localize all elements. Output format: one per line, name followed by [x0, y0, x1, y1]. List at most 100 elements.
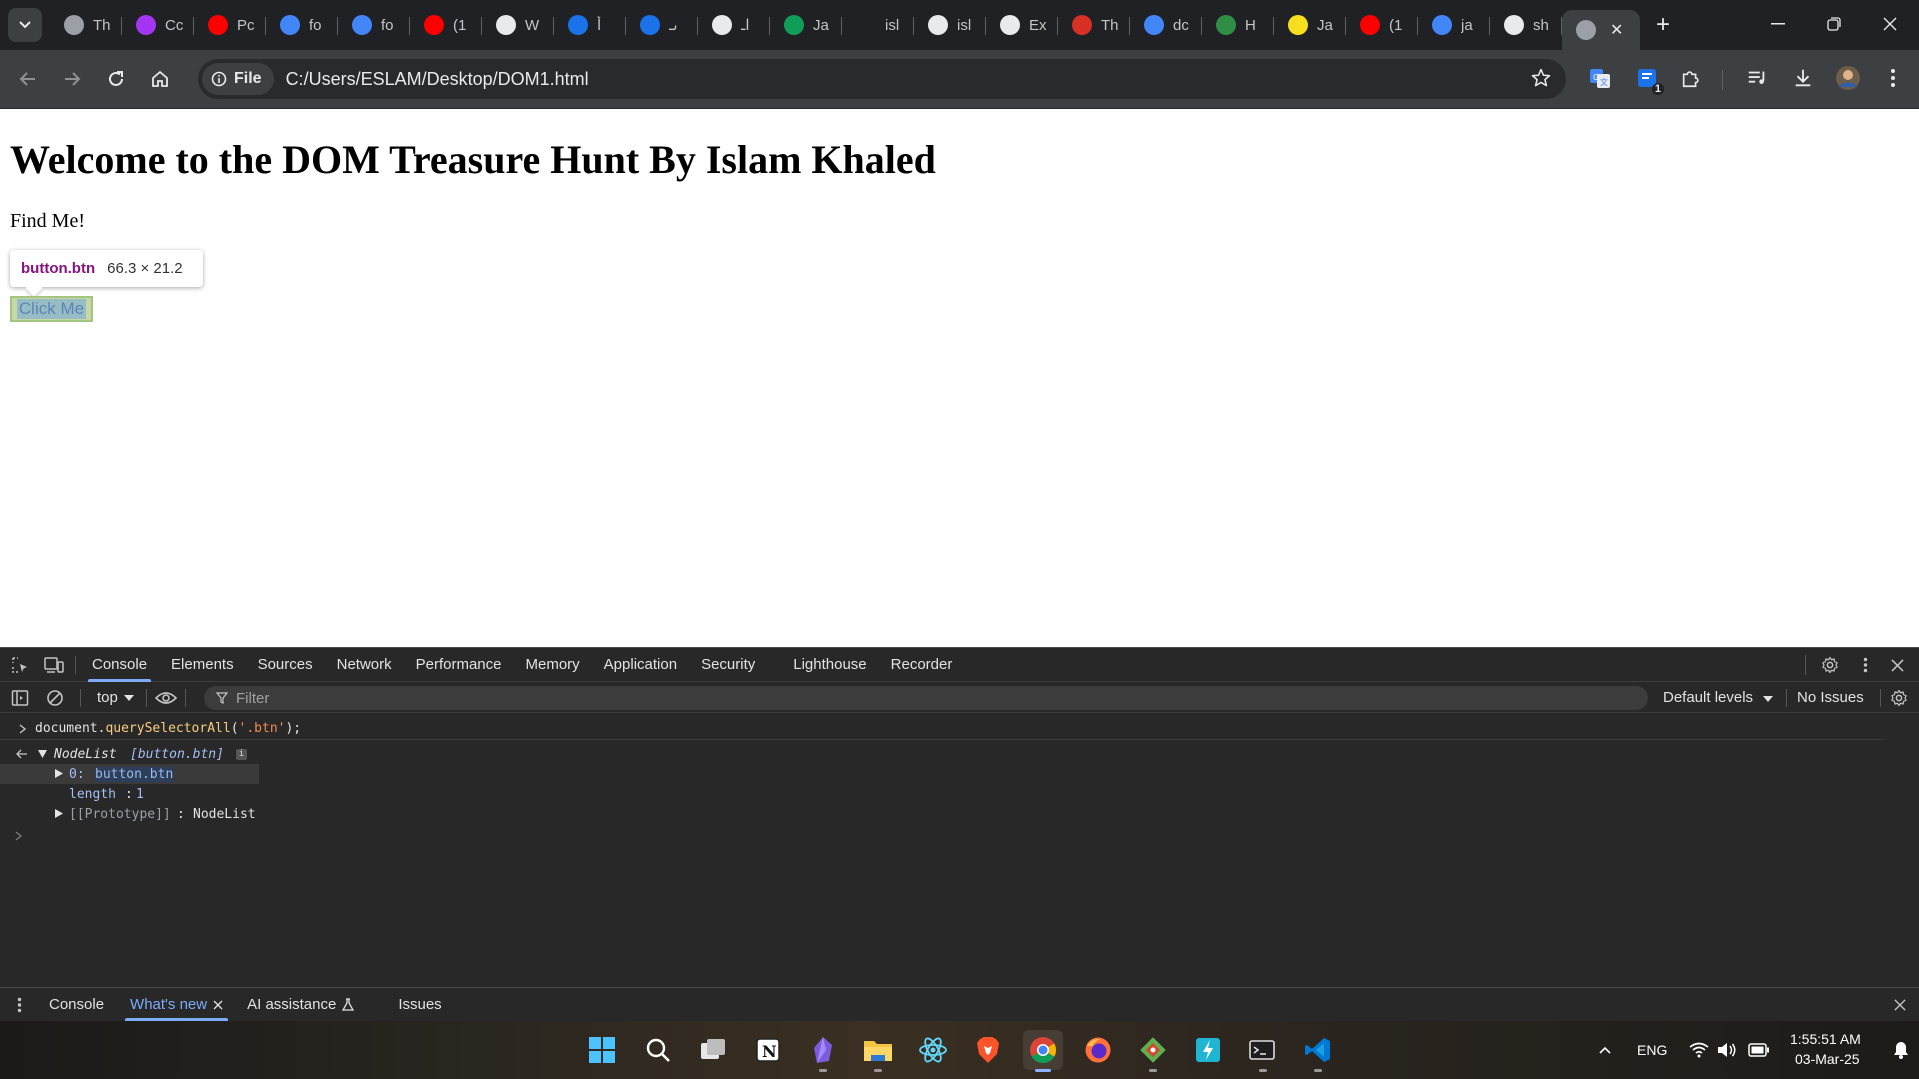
browser-tab[interactable]: (1 [1346, 5, 1418, 45]
profile-button[interactable] [1831, 61, 1865, 95]
firefox-app[interactable] [1078, 1030, 1118, 1070]
brave-app[interactable] [968, 1030, 1008, 1070]
taskbar-search-button[interactable] [638, 1030, 678, 1070]
console-result-header[interactable]: NodeList [button.btn] i [0, 744, 1900, 764]
browser-tab[interactable]: أ [554, 5, 626, 45]
browser-tab[interactable]: W [482, 5, 554, 45]
chrome-app[interactable] [1023, 1030, 1063, 1072]
drawer-tab-ai-assistance[interactable]: AI assistance [236, 988, 365, 1021]
devtools-menu-button[interactable] [1848, 648, 1882, 682]
clock-time[interactable]: 1:55:51 AM [1790, 1031, 1861, 1047]
devtools-tab-lighthouse[interactable]: Lighthouse [781, 648, 878, 682]
browser-tab[interactable]: ىـ [626, 5, 698, 45]
browser-tab[interactable]: fo [338, 5, 410, 45]
start-button[interactable] [582, 1030, 622, 1070]
browser-tab[interactable]: Th [1058, 5, 1130, 45]
volume-icon[interactable] [1717, 1042, 1737, 1058]
nodelist-prototype-row[interactable]: [[Prototype]] : NodeList [0, 804, 300, 824]
back-button[interactable] [10, 61, 46, 97]
devtools-tab-security[interactable]: Security [689, 648, 767, 682]
task-view-button[interactable] [693, 1030, 733, 1070]
file-explorer-app[interactable] [858, 1030, 898, 1072]
git-app[interactable] [1133, 1030, 1173, 1072]
clear-console-button[interactable] [38, 683, 72, 713]
devtools-tab-memory[interactable]: Memory [514, 648, 592, 682]
issues-counter[interactable]: No Issues [1797, 689, 1864, 706]
browser-tab[interactable]: اـ [698, 5, 770, 45]
terminal-app[interactable] [1243, 1030, 1283, 1072]
new-tab-button[interactable]: + [1646, 8, 1680, 42]
media-control-button[interactable] [1740, 61, 1774, 95]
devtools-tab-sources[interactable]: Sources [246, 648, 325, 682]
site-info-chip[interactable]: File [202, 63, 274, 95]
browser-tab[interactable]: Ja [770, 5, 842, 45]
browser-tab[interactable]: Ja [1274, 5, 1346, 45]
browser-tab[interactable]: Ex [986, 5, 1058, 45]
address-bar[interactable]: File C:/Users/ESLAM/Desktop/DOM1.html [198, 59, 1566, 99]
devtools-tab-elements[interactable]: Elements [159, 648, 246, 682]
browser-tab[interactable]: isl [914, 5, 986, 45]
browser-tab[interactable]: Cc [122, 5, 194, 45]
browser-tab[interactable]: ja [1418, 5, 1490, 45]
chevron-up-icon[interactable] [1598, 1045, 1612, 1055]
url-text[interactable]: C:/Users/ESLAM/Desktop/DOM1.html [286, 69, 589, 90]
downloads-button[interactable] [1786, 61, 1820, 95]
context-selector[interactable]: top [97, 689, 134, 706]
devtools-settings-button[interactable] [1812, 648, 1848, 682]
close-tab-icon[interactable]: ✕ [1610, 20, 1623, 40]
drawer-tab-console[interactable]: Console [38, 988, 115, 1021]
clock-date[interactable]: 03-Mar-25 [1795, 1051, 1860, 1067]
browser-tab[interactable]: Pc [194, 5, 266, 45]
entry-node-link[interactable]: button.btn [95, 767, 174, 782]
forward-button[interactable] [54, 61, 90, 97]
drawer-menu-button[interactable] [0, 988, 38, 1021]
browser-tab[interactable]: H [1202, 5, 1274, 45]
translate-extension[interactable]: G文 [1583, 61, 1617, 95]
browser-tab[interactable]: fo [266, 5, 338, 45]
click-me-button[interactable]: Click Me [10, 296, 93, 322]
restore-button[interactable] [1806, 0, 1862, 48]
devtools-tab-application[interactable]: Application [592, 648, 689, 682]
devtools-tab-console[interactable]: Console [80, 648, 159, 682]
battery-icon[interactable] [1748, 1043, 1770, 1057]
console-prompt[interactable] [0, 826, 1900, 846]
browser-tab[interactable]: (1 [410, 5, 482, 45]
console-settings-button[interactable] [1881, 683, 1917, 713]
drawer-close-button[interactable] [1883, 988, 1917, 1021]
extension-with-badge[interactable]: 1 [1630, 61, 1664, 95]
drawer-tab-issues[interactable]: Issues [387, 988, 452, 1021]
devtools-close-button[interactable] [1880, 648, 1914, 682]
browser-menu-button[interactable] [1876, 61, 1910, 95]
console-filter-input[interactable]: Filter [204, 686, 1648, 710]
browser-tab[interactable]: sh [1490, 5, 1562, 45]
device-toolbar-button[interactable] [37, 647, 71, 683]
devtools-tab-network[interactable]: Network [325, 648, 404, 682]
live-expression-button[interactable] [147, 683, 185, 713]
language-indicator[interactable]: ENG [1637, 1042, 1667, 1058]
info-badge-icon[interactable]: i [236, 749, 247, 760]
vscode-app[interactable] [1298, 1030, 1338, 1072]
react-devtools-app[interactable] [913, 1030, 953, 1070]
notification-bell-icon[interactable] [1891, 1040, 1911, 1060]
thunder-client-app[interactable] [1188, 1030, 1228, 1070]
browser-tab[interactable]: isl [842, 5, 914, 45]
close-icon[interactable] [213, 1000, 223, 1010]
close-window-button[interactable] [1862, 0, 1918, 48]
bookmark-button[interactable] [1530, 67, 1552, 89]
devtools-tab-recorder[interactable]: Recorder [879, 648, 965, 682]
console-sidebar-toggle[interactable] [2, 683, 38, 713]
home-button[interactable] [142, 61, 178, 97]
extensions-button[interactable] [1674, 61, 1708, 95]
wifi-icon[interactable] [1689, 1042, 1709, 1058]
browser-tab[interactable]: Th [50, 5, 122, 45]
notion-app[interactable]: N [748, 1030, 788, 1070]
nodelist-entry-0[interactable]: 0: button.btn [0, 764, 259, 784]
minimize-button[interactable] [1750, 0, 1806, 48]
drawer-tab-whats-new[interactable]: What's new [119, 988, 234, 1021]
browser-tab[interactable]: dc [1130, 5, 1202, 45]
obsidian-app[interactable] [803, 1030, 843, 1072]
reload-button[interactable] [98, 61, 134, 97]
inspect-element-button[interactable] [3, 647, 37, 683]
log-levels-dropdown[interactable]: Default levels [1663, 689, 1774, 706]
devtools-tab-performance[interactable]: Performance [404, 648, 514, 682]
